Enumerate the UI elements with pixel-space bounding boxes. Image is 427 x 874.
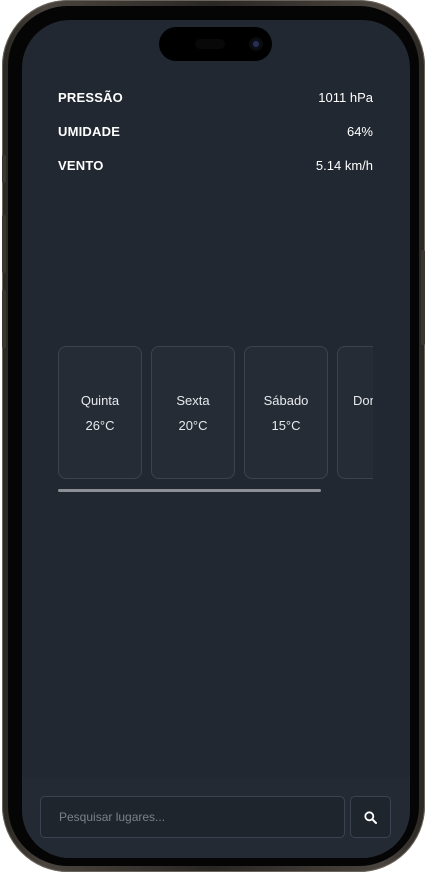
forecast-day: Sexta bbox=[176, 392, 210, 408]
search-button[interactable] bbox=[350, 796, 391, 838]
weather-stats: PRESSÃO 1011 hPa UMIDADE 64% VENTO 5.14 … bbox=[58, 80, 373, 182]
forecast-track: Quinta 26°C Sexta 20°C Sábado 15°C Domin… bbox=[58, 346, 373, 479]
stat-row-pressure: PRESSÃO 1011 hPa bbox=[58, 80, 373, 114]
forecast-temp: 20°C bbox=[178, 417, 208, 433]
stat-label: UMIDADE bbox=[58, 123, 121, 139]
stat-value: 5.14 km/h bbox=[315, 157, 373, 173]
stat-row-humidity: UMIDADE 64% bbox=[58, 114, 373, 148]
action-button bbox=[2, 155, 6, 183]
forecast-day: Sábado bbox=[263, 392, 309, 408]
stat-label: VENTO bbox=[58, 157, 104, 173]
front-camera-icon bbox=[249, 37, 263, 51]
power-button bbox=[421, 250, 425, 345]
forecast-day: Quinta bbox=[80, 392, 120, 408]
forecast-day: Domingo bbox=[352, 392, 373, 408]
search-icon bbox=[364, 810, 377, 824]
forecast-card[interactable]: Sábado 15°C bbox=[244, 346, 328, 479]
volume-down-button bbox=[2, 290, 6, 348]
search-bar bbox=[22, 777, 410, 858]
stat-value: 1011 hPa bbox=[318, 89, 373, 105]
stat-value: 64% bbox=[346, 123, 373, 139]
face-id-sensor bbox=[195, 39, 225, 49]
forecast-card[interactable]: Domingo 1 bbox=[337, 346, 373, 479]
search-input[interactable] bbox=[40, 796, 345, 838]
volume-up-button bbox=[2, 215, 6, 273]
forecast-scrollbar[interactable] bbox=[58, 489, 321, 492]
forecast-temp: 26°C bbox=[85, 417, 115, 433]
forecast-temp: 15°C bbox=[271, 417, 301, 433]
forecast-card[interactable]: Sexta 20°C bbox=[151, 346, 235, 479]
stat-label: PRESSÃO bbox=[58, 89, 123, 105]
stat-row-wind: VENTO 5.14 km/h bbox=[58, 148, 373, 182]
forecast-carousel[interactable]: Quinta 26°C Sexta 20°C Sábado 15°C Domin… bbox=[58, 346, 373, 486]
dynamic-island bbox=[159, 27, 272, 61]
app-screen: PRESSÃO 1011 hPa UMIDADE 64% VENTO 5.14 … bbox=[22, 20, 410, 858]
forecast-card[interactable]: Quinta 26°C bbox=[58, 346, 142, 479]
